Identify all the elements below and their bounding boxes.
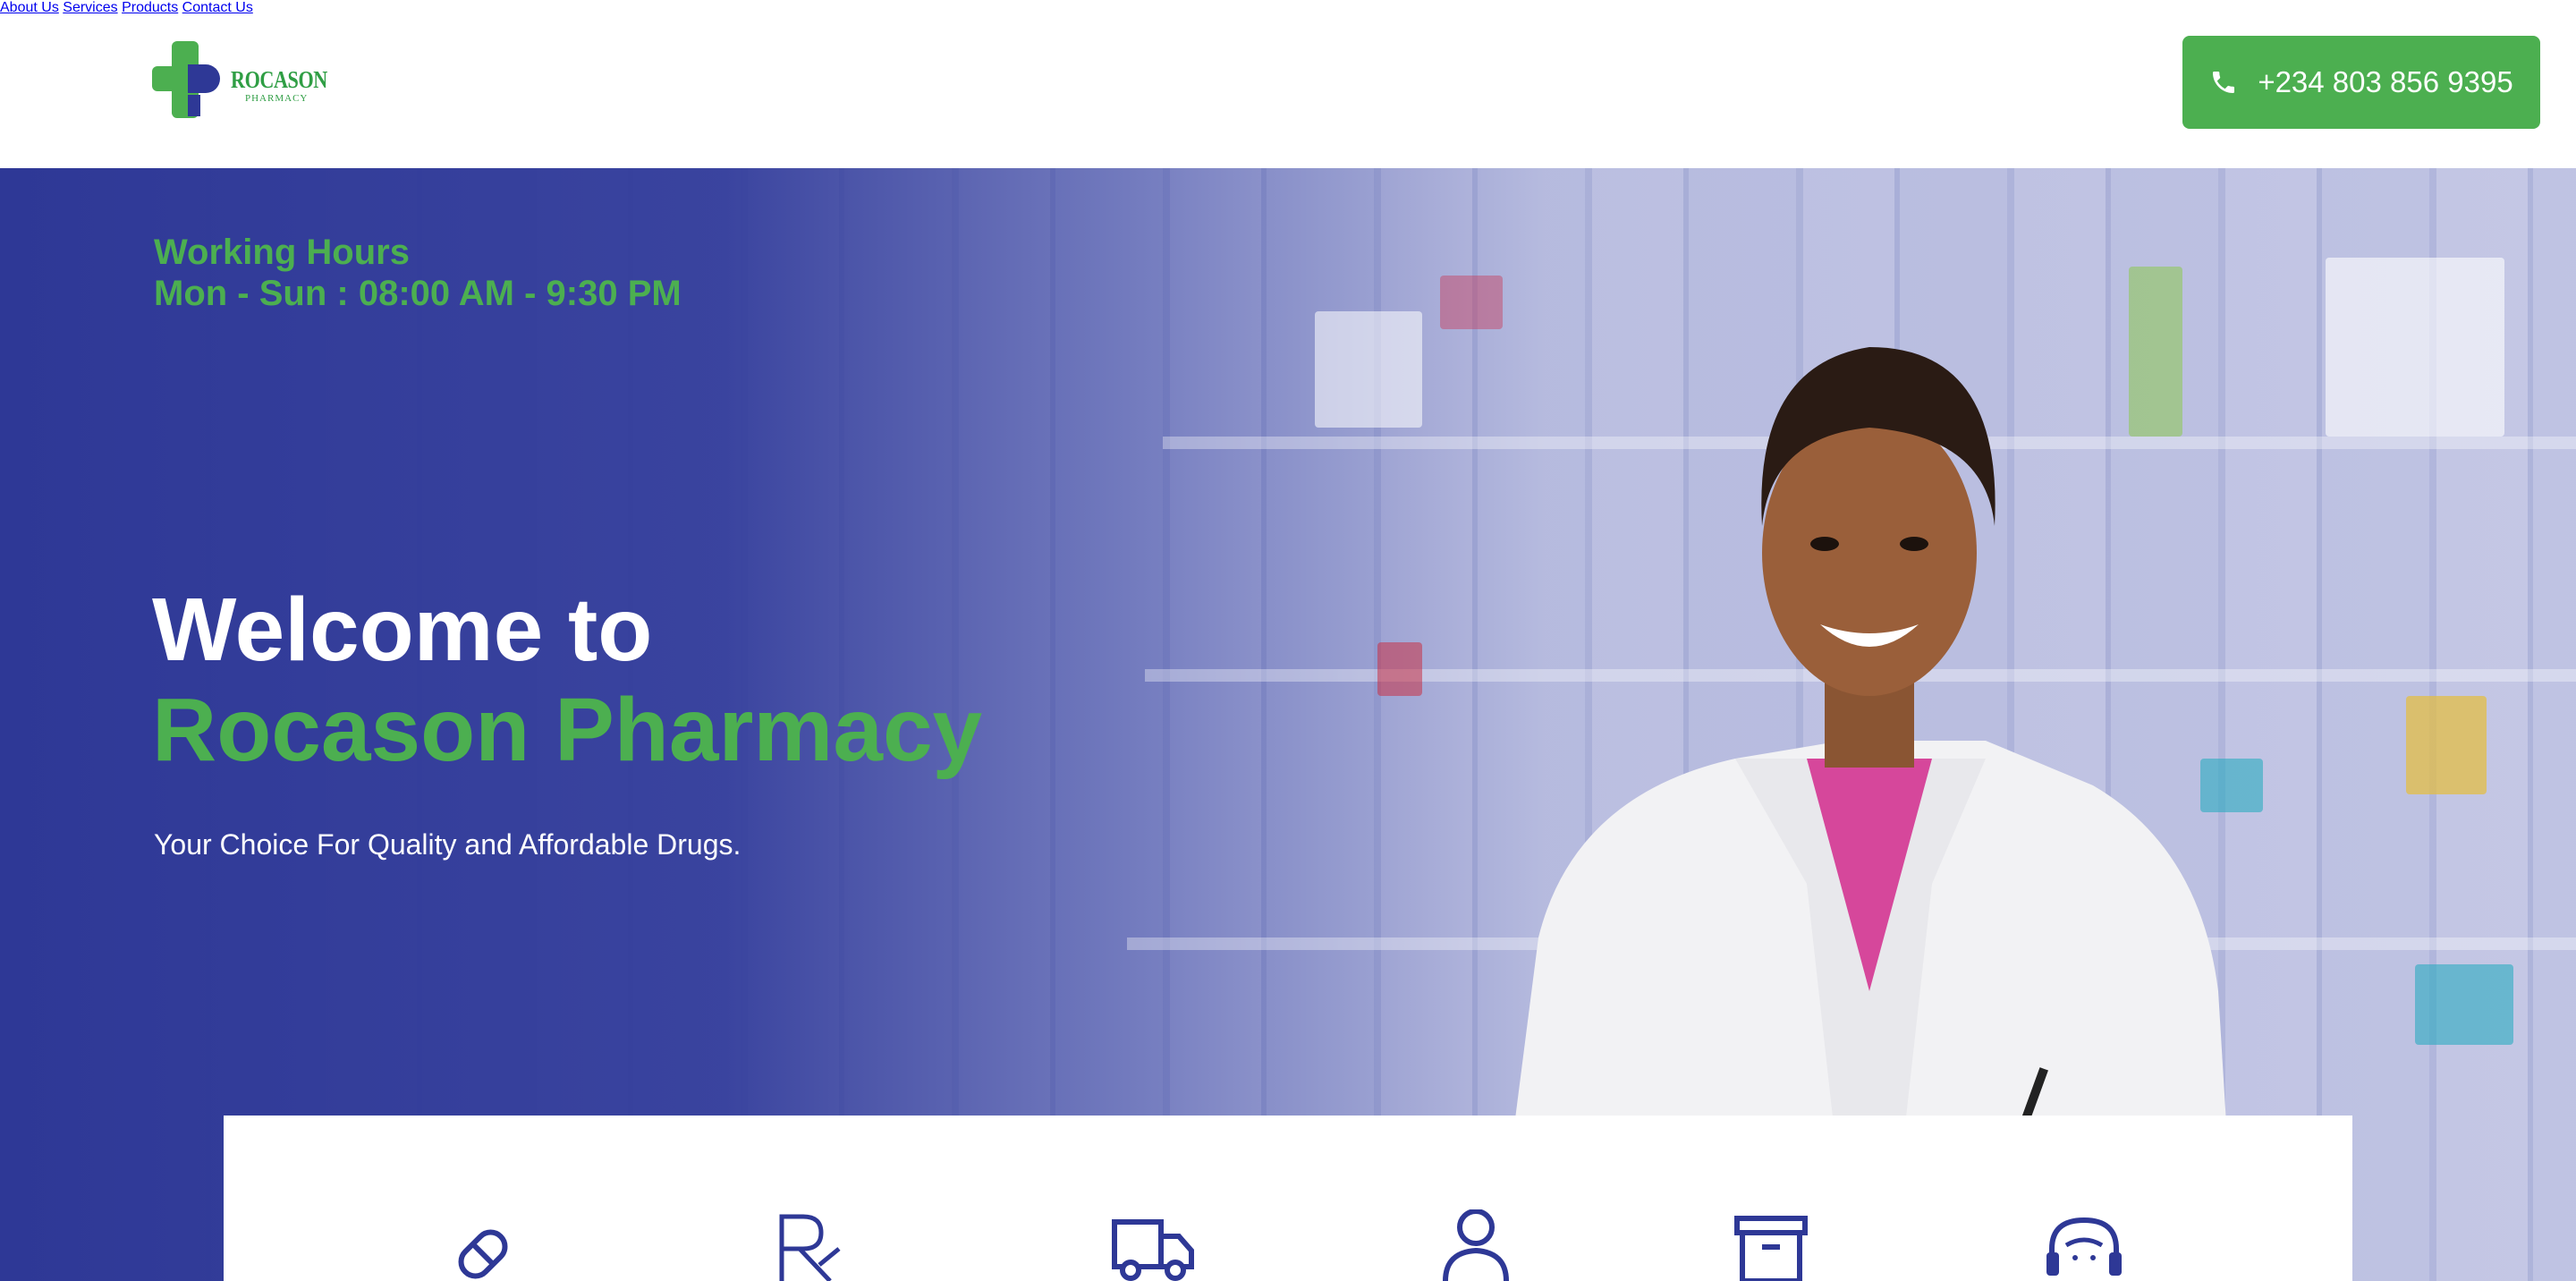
shelf-box-decor: [1315, 311, 1422, 428]
hero-tagline: Your Choice For Quality and Affordable D…: [154, 828, 741, 861]
logo-subtext: PHARMACY: [245, 93, 309, 104]
shelf-box-decor: [1377, 642, 1422, 696]
nav-contact-us[interactable]: Contact Us: [182, 0, 253, 15]
nav-about-us[interactable]: About Us: [0, 0, 59, 15]
logo-text: ROCASON: [231, 66, 327, 93]
hero-heading-pharmacy-name: Rocason Pharmacy: [152, 680, 983, 780]
hero-heading-welcome: Welcome to: [152, 580, 653, 680]
site-header: ROCASON PHARMACY About Us Services Produ…: [0, 0, 2576, 168]
pharmacist-icon[interactable]: [1431, 1209, 1521, 1281]
nav-products[interactable]: Products: [122, 0, 178, 15]
phone-number: +234 803 856 9395: [2258, 65, 2513, 98]
prescription-icon[interactable]: [767, 1209, 857, 1281]
main-nav: About Us Services Products Contact Us: [0, 0, 2576, 16]
nav-services[interactable]: Services: [63, 0, 117, 15]
shelf-box-decor: [2326, 258, 2504, 437]
shelf-box-decor: [2415, 964, 2513, 1045]
support-headset-icon[interactable]: [2039, 1209, 2129, 1281]
delivery-truck-icon[interactable]: [1107, 1209, 1197, 1281]
working-hours-title: Working Hours: [154, 233, 410, 272]
archive-box-icon[interactable]: [1726, 1209, 1816, 1281]
phone-icon: [2213, 72, 2235, 93]
phone-call-button[interactable]: +234 803 856 9395: [2182, 36, 2540, 129]
services-card: [224, 1116, 2352, 1281]
working-hours-text: Mon - Sun : 08:00 AM - 9:30 PM: [154, 274, 682, 313]
shelf-box-decor: [2406, 696, 2487, 794]
pill-icon[interactable]: [438, 1209, 528, 1281]
logo-cross-icon: [152, 41, 220, 118]
rocason-logo[interactable]: ROCASON PHARMACY: [152, 41, 331, 122]
hero-section: Working Hours Mon - Sun : 08:00 AM - 9:3…: [0, 168, 2576, 1281]
